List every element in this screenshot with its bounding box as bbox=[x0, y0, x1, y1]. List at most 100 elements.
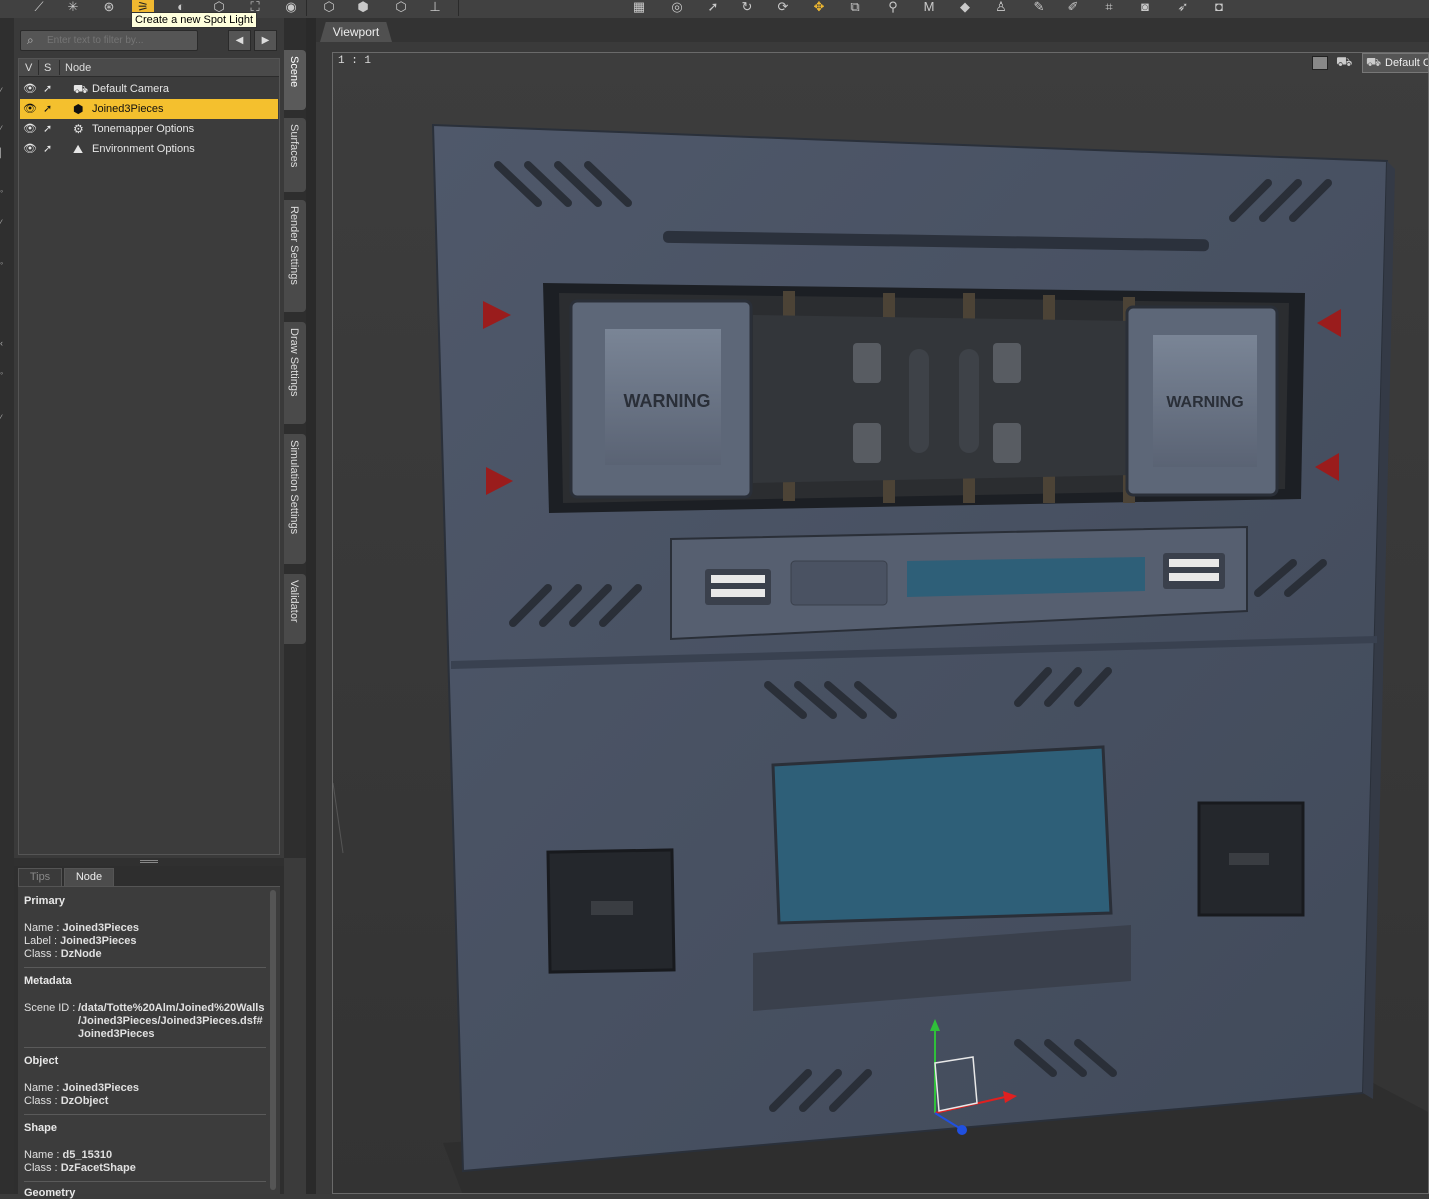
section-divider bbox=[24, 1047, 266, 1048]
morph-icon[interactable]: M bbox=[918, 0, 940, 16]
strip-icon[interactable]: ▏ bbox=[0, 148, 7, 158]
tonemapper-icon: ⚙ bbox=[73, 122, 84, 136]
info-row: Name : Joined3Pieces bbox=[24, 1082, 139, 1094]
region-icon[interactable]: ◎ bbox=[666, 0, 688, 16]
strip-icon[interactable]: ⁄ bbox=[0, 86, 6, 96]
info-key: Label : bbox=[24, 935, 58, 947]
info-value: DzFacetShape bbox=[60, 1162, 136, 1174]
cube-icon[interactable]: ⬡ bbox=[318, 0, 340, 16]
strip-icon[interactable]: ◦ bbox=[0, 258, 6, 268]
info-value: DzObject bbox=[60, 1095, 109, 1107]
pointer-icon[interactable]: ➶ bbox=[1172, 0, 1194, 16]
strip-icon[interactable]: ‹ bbox=[0, 338, 6, 348]
tab-validator[interactable]: Validator bbox=[284, 574, 306, 644]
camera-icon: ⛟ bbox=[73, 82, 89, 96]
search-icon[interactable]: ⌕ bbox=[27, 33, 34, 48]
section-heading: Object bbox=[24, 1055, 59, 1067]
scene-filter-input[interactable] bbox=[47, 31, 195, 50]
render-preview-icon[interactable] bbox=[1312, 56, 1328, 70]
col-visible-header[interactable]: V bbox=[25, 62, 32, 74]
camera-edit-icon[interactable]: ⌗ bbox=[1098, 0, 1120, 16]
info-scrollbar[interactable] bbox=[270, 890, 276, 1190]
grid-icon[interactable]: ▦ bbox=[628, 0, 650, 16]
arrow-select-icon[interactable]: ➚ bbox=[702, 0, 724, 16]
render-icon[interactable]: ◙ bbox=[1134, 0, 1156, 16]
eye-icon[interactable]: 👁 bbox=[23, 82, 37, 95]
section-heading: Primary bbox=[24, 895, 65, 907]
control-slot bbox=[790, 560, 888, 606]
strip-icon[interactable]: ⁄ bbox=[0, 218, 6, 228]
toolbar-separator bbox=[306, 0, 307, 16]
eye-icon[interactable]: 👁 bbox=[23, 102, 37, 115]
section-divider bbox=[24, 1181, 266, 1182]
latch-plate bbox=[753, 315, 1133, 483]
geometry-icon[interactable]: ◆ bbox=[954, 0, 976, 16]
cubes-icon[interactable]: ⬢ bbox=[352, 0, 374, 16]
strip-icon[interactable]: ◦ bbox=[0, 368, 6, 378]
scene-node-row-selected[interactable]: 👁 ➚ ⬢ Joined3Pieces bbox=[20, 99, 278, 119]
snapshot-icon[interactable]: ◘ bbox=[1208, 0, 1230, 16]
scene-node-row[interactable]: 👁 ➚ ⚙ Tonemapper Options bbox=[20, 119, 278, 139]
compass-icon[interactable]: ⊛ bbox=[98, 0, 120, 16]
camera-icon: ⛟ bbox=[1366, 55, 1382, 69]
tooltip: Create a new Spot Light bbox=[131, 12, 258, 28]
brush-icon[interactable]: ✐ bbox=[1062, 0, 1084, 16]
box-icon[interactable]: ⬡ bbox=[390, 0, 412, 16]
info-key: Class : bbox=[24, 948, 58, 960]
translate-icon[interactable]: ✥ bbox=[808, 0, 830, 16]
ruler-icon[interactable]: ⊥ bbox=[424, 0, 446, 16]
section-heading: Metadata bbox=[24, 975, 72, 987]
select-arrow-icon[interactable]: ➚ bbox=[43, 102, 52, 115]
strip-icon[interactable]: ⁄ bbox=[0, 413, 6, 423]
left-tool-strip: ⁄ ⁄ ▏ ◦ ⁄ ◦ ‹ ◦ ⁄ bbox=[0, 18, 14, 1194]
splitter-grip[interactable] bbox=[140, 860, 158, 863]
info-value: /data/Totte%20Alm/Joined%20Walls bbox=[78, 1002, 265, 1014]
col-node-header[interactable]: Node bbox=[65, 62, 91, 74]
wand-icon[interactable]: ⟋ bbox=[28, 0, 50, 16]
info-icon[interactable]: ◉ bbox=[280, 0, 302, 16]
joint-icon[interactable]: ⚲ bbox=[882, 0, 904, 16]
info-value: Joined3Pieces bbox=[78, 1028, 155, 1040]
col-selectable-header[interactable]: S bbox=[44, 62, 51, 74]
scale-icon[interactable]: ⧉ bbox=[844, 0, 866, 16]
info-value: DzNode bbox=[60, 948, 102, 960]
info-key: Scene ID : bbox=[24, 1002, 76, 1014]
tab-scene[interactable]: Scene bbox=[284, 50, 306, 110]
scene-render: WARNING WARNING bbox=[333, 53, 1428, 1193]
tab-label: Render Settings bbox=[288, 206, 300, 285]
scene-node-label: Default Camera bbox=[92, 83, 170, 95]
scene-tree-header: V S Node bbox=[19, 59, 279, 77]
rotate-alt-icon[interactable]: ⟳ bbox=[772, 0, 794, 16]
tab-render-settings[interactable]: Render Settings bbox=[284, 200, 306, 312]
info-key: Name : bbox=[24, 1149, 60, 1161]
section-heading: Shape bbox=[24, 1122, 58, 1134]
strip-icon[interactable]: ◦ bbox=[0, 186, 6, 196]
rotate-icon[interactable]: ↻ bbox=[736, 0, 758, 16]
eye-icon[interactable]: 👁 bbox=[23, 122, 37, 135]
tab-viewport[interactable]: Viewport bbox=[320, 22, 392, 42]
tab-tips[interactable]: Tips bbox=[18, 868, 62, 886]
tab-simulation-settings[interactable]: Simulation Settings bbox=[284, 434, 306, 564]
eye-icon[interactable]: 👁 bbox=[23, 142, 37, 155]
select-arrow-icon[interactable]: ➚ bbox=[43, 122, 52, 135]
tab-draw-settings[interactable]: Draw Settings bbox=[284, 322, 306, 424]
tweak-icon[interactable]: ✎ bbox=[1028, 0, 1050, 16]
tab-surfaces[interactable]: Surfaces bbox=[284, 118, 306, 192]
sparkle-icon[interactable]: ✳ bbox=[62, 0, 84, 16]
tab-label: Surfaces bbox=[288, 124, 300, 168]
camera-select-icon[interactable]: ⛟ bbox=[1336, 54, 1354, 70]
select-arrow-icon[interactable]: ➚ bbox=[43, 82, 52, 95]
tab-label: Scene bbox=[288, 56, 300, 88]
scene-filter: ⌕ bbox=[20, 30, 198, 51]
toolbar-separator bbox=[458, 0, 459, 16]
scene-node-row[interactable]: 👁 ➚ ⛟ Default Camera bbox=[20, 79, 278, 99]
viewport-3d[interactable]: WARNING WARNING bbox=[332, 52, 1429, 1194]
select-arrow-icon[interactable]: ➚ bbox=[43, 142, 52, 155]
filter-forward-button[interactable]: ▶ bbox=[254, 30, 277, 51]
tab-node[interactable]: Node bbox=[64, 868, 114, 886]
info-row: Class : DzObject bbox=[24, 1095, 108, 1107]
strip-icon[interactable]: ⁄ bbox=[0, 124, 6, 134]
scene-node-row[interactable]: 👁 ➚ ⛰ Environment Options bbox=[20, 139, 278, 159]
figure-icon[interactable]: ♙ bbox=[990, 0, 1012, 16]
filter-back-button[interactable]: ◀ bbox=[228, 30, 251, 51]
